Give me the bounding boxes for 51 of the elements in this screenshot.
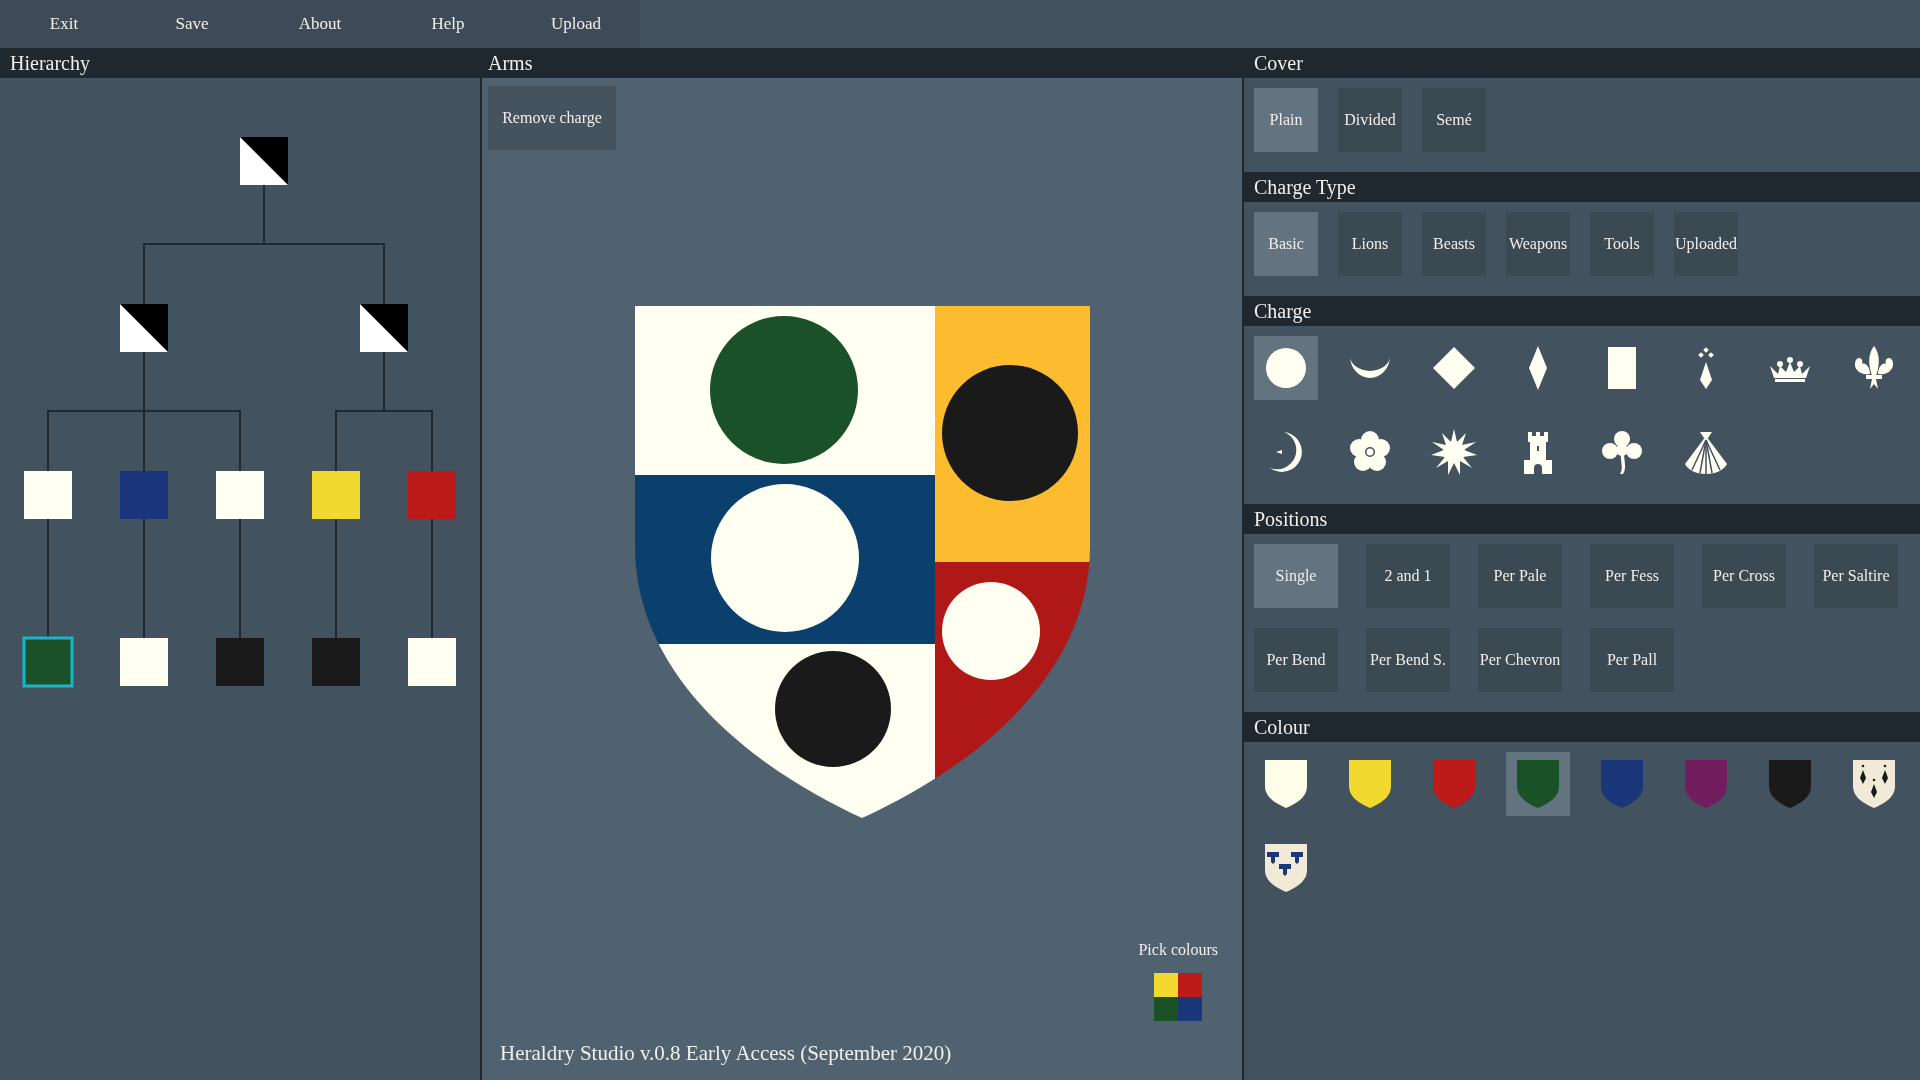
position-option[interactable]: 2 and 1: [1366, 544, 1450, 608]
tree-node[interactable]: [312, 638, 360, 686]
charge-option[interactable]: [1254, 336, 1318, 400]
charge-type-tab[interactable]: Lions: [1338, 212, 1402, 276]
panel-header: Hierarchy: [0, 48, 480, 78]
charge-type-tab[interactable]: Tools: [1590, 212, 1654, 276]
section-header: Colour: [1244, 712, 1920, 742]
section-header: Charge: [1244, 296, 1920, 326]
tree-node[interactable]: [240, 137, 288, 185]
cover-option[interactable]: Divided: [1338, 88, 1402, 152]
tree-node[interactable]: [360, 304, 408, 352]
pick-colours-label: Pick colours: [1138, 941, 1218, 959]
position-option[interactable]: Per Cross: [1702, 544, 1786, 608]
remove-charge-button[interactable]: Remove charge: [488, 86, 616, 150]
position-option[interactable]: Per Bend: [1254, 628, 1338, 692]
sun-icon: [1430, 428, 1478, 476]
charge-type-tab[interactable]: Beasts: [1422, 212, 1486, 276]
tree-node[interactable]: [216, 471, 264, 519]
position-option[interactable]: Per Fess: [1590, 544, 1674, 608]
menu-item[interactable]: Upload: [512, 0, 640, 48]
colour-grid-icon[interactable]: [1154, 973, 1203, 1021]
menu-item[interactable]: About: [256, 0, 384, 48]
charge-type-tab[interactable]: Uploaded: [1674, 212, 1738, 276]
position-option[interactable]: Per Saltire: [1814, 544, 1898, 608]
charge-type-tab[interactable]: Basic: [1254, 212, 1318, 276]
section-header: Positions: [1244, 504, 1920, 534]
colour-swatch[interactable]: [1506, 752, 1570, 816]
cover-option[interactable]: Plain: [1254, 88, 1318, 152]
position-option[interactable]: Per Pall: [1590, 628, 1674, 692]
tree-node[interactable]: [312, 471, 360, 519]
tree-node[interactable]: [408, 638, 456, 686]
tree-node[interactable]: [216, 638, 264, 686]
position-option[interactable]: Per Pale: [1478, 544, 1562, 608]
menu-item[interactable]: Exit: [0, 0, 128, 48]
tree-node[interactable]: [120, 638, 168, 686]
menu-item[interactable]: Save: [128, 0, 256, 48]
section-header: Cover: [1244, 48, 1920, 78]
tree-node[interactable]: [120, 471, 168, 519]
cover-option[interactable]: Semé: [1422, 88, 1486, 152]
position-option[interactable]: Single: [1254, 544, 1338, 608]
version-text: Heraldry Studio v.0.8 Early Access (September 2020): [499, 1040, 953, 1067]
charge-type-tab[interactable]: Weapons: [1506, 212, 1570, 276]
panel-header: Arms: [482, 48, 1242, 78]
tree-node[interactable]: [24, 471, 72, 519]
menu-item[interactable]: Help: [384, 0, 512, 48]
section-header: Charge Type: [1244, 172, 1920, 202]
tree-node[interactable]: [120, 304, 168, 352]
tree-node[interactable]: [22, 636, 74, 688]
position-option[interactable]: Per Chevron: [1478, 628, 1562, 692]
position-option[interactable]: Per Bend S.: [1366, 628, 1450, 692]
tree-node[interactable]: [408, 471, 456, 519]
